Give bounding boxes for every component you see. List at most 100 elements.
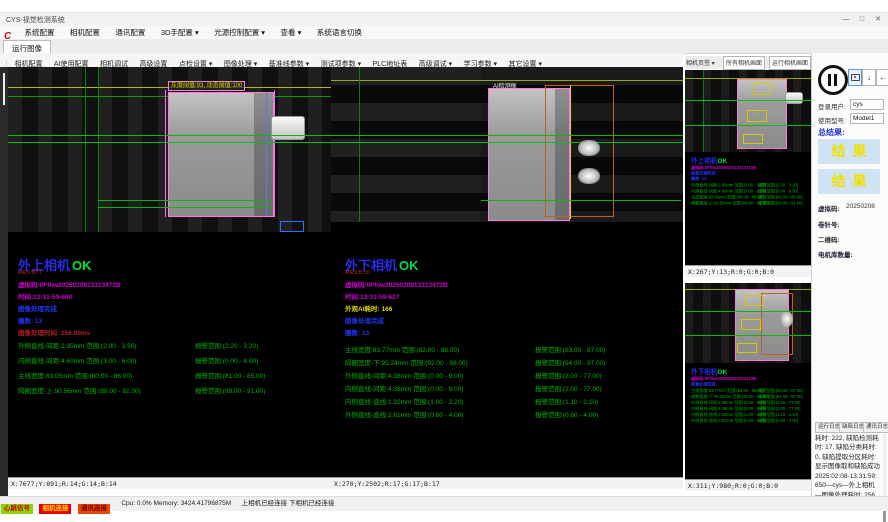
menu-3d-config[interactable]: 3D手配置 ▾ [161,26,199,39]
alarm-range: 报警范围:(83.00 - 87.00) [535,347,605,354]
thumbnail-image[interactable] [685,70,811,152]
ai-box-label: AI检测框 [493,81,517,90]
detect-box-yellow [753,83,771,95]
barcode-label: 虚拟码: [818,203,840,213]
guide-line-green [359,67,360,222]
log-tabs: 运行日志 缺陷日志 通讯日志 [815,422,887,433]
menu-system-config[interactable]: 系统配置 [24,26,54,39]
title-bar: CYS-视觉检测系统 — □ ✕ [0,12,888,27]
arrow-left-icon: ← [879,73,887,82]
total-result-label: 总结果: [818,127,845,138]
detect-box-yellow [737,343,757,353]
result-box-lower: 结果 [818,169,880,194]
alarm-range: 报警范围:(94.00 - 97.00) [535,360,605,367]
measurement-row: 主线宽度:83.05mm 范围:(80.00 - 86.00)报警范围:(81.… [18,370,265,380]
measurement-row: 主线宽度:83.77mm 范围:(82.00 - 88.00)报警范围:(83.… [345,344,605,354]
result-ok: OK [72,258,92,273]
result-box-upper: 结果 [818,139,880,164]
window-title: CYS-视觉检测系统 [6,15,65,25]
tab-comm-log[interactable]: 通讯日志 [863,422,888,433]
measure-line-green [685,311,811,312]
status-bar: 心跳信号 相机连接 通讯连接 Cpu: 0.0% Memory: 3424.41… [0,496,888,511]
edge-line-yellow [570,85,571,219]
coordinate-readout: X:311;Y:980;R:0;G:0;B:0 [685,479,811,491]
workpiece-shade [254,93,273,216]
alarm-range: 报警范围:(89.00 - 91.00) [195,388,265,395]
camera-page-dropdown[interactable]: 相机页签 ▾ [686,58,715,67]
mes-status: MES:BTT [18,270,42,276]
maximize-button[interactable]: □ [854,14,870,25]
roi-line-magenta [274,90,275,217]
camera-name: 外上相机 [691,157,717,165]
coordinate-readout: X:267;Y:13;R:0;G:0;B:0 [685,265,811,277]
bright-spot [578,140,600,156]
model-field[interactable]: Model1 [850,113,884,124]
menu-comm-config[interactable]: 通讯配置 [115,26,145,39]
measure-line-green [98,200,273,201]
toolbar: ⋮ 相机配置 AI使用配置 相机调试 高级设置 点检设置 ▾ 图像处理 ▾ 基准… [0,53,683,68]
menu-view[interactable]: 查看 ▾ [281,26,302,39]
camera-thumbnail-lower[interactable]: 外下相机OK 虚拟码:0Ffiiw2025020813313472B 图像处理完… [685,283,811,491]
ai-time-line: 外观AI耗时: 166 [345,303,392,313]
measure-value: 外侧直线-间距:2.95mm 范围:(2.00 - 3.50) [18,340,195,350]
menu-language-switch[interactable]: 系统语言切换 [317,26,362,39]
barcode-value: 20250208 [846,203,875,210]
measure-value: 主线宽度:83.77mm 范围:(82.00 - 88.00) [345,344,535,354]
comm-connect-badge: 通讯连接 [78,504,110,514]
camera-panel-lower: AI检测框 外下相机OK MES:B:10 虚拟码:0Ffiiw20250208… [331,67,683,489]
measure-line-green [331,142,683,143]
detect-box-blue [280,221,304,232]
measure-value: 内侧直线-间距:4.60mm 范围:(3.00 - 6.00) [18,355,195,365]
pause-icon [834,74,837,86]
detect-box-yellow [745,295,763,306]
measurement-row: 外侧直线-间距:2.95mm 范围:(2.00 - 3.50)报警范围:(2.2… [18,340,258,350]
qr-label: 二维码: [818,234,840,244]
tab-run-cameras[interactable]: 运行相机画面 [769,56,811,70]
bright-spot [578,168,600,184]
measure-value: 内侧直线-间距:4.38mm 范围:(0.00 - 9.00) [345,383,535,393]
loop-count: 圈数: 13 [18,315,42,325]
measure-line-green [685,335,811,336]
pause-button[interactable] [818,65,848,95]
guide-line-green [85,67,86,232]
measurement-row: 内侧直线-间距:4.38mm 范围:(0.00 - 9.00)报警范围:(2.0… [345,383,602,393]
measurement-row: 隔圈宽度-下:95.24mm 范围:(92.00 - 98.00)报警范围:(9… [345,357,605,367]
alarm-range: 报警范围:(81.00 - 85.00) [195,373,265,380]
measure-line-green [685,125,811,126]
measure-value: 隔圈宽度-下:95.24mm 范围:(92.00 - 98.00) [345,357,535,367]
download-button[interactable]: ↓ [862,69,876,86]
connector-part [785,92,803,104]
menu-light-config[interactable]: 光源控制配置 ▾ [214,26,265,39]
close-button[interactable]: ✕ [870,14,886,25]
camera-image-upper[interactable]: 灰度阈值:93, 动态阈值:100 [8,67,331,232]
detect-box-yellow [741,319,761,330]
tab-all-cameras[interactable]: 所有相机画面 [723,56,765,70]
minimize-button[interactable]: — [838,14,854,25]
measurement-row: 外侧直线-直线:2.61mm 范围:(0.60 - 4.00)报警范围:(0.6… [691,418,809,424]
measure-line-green [8,142,331,143]
alarm-range: 报警范围:(0.00 - 8.00) [195,358,258,365]
camera-panel-tabs: 相机页签 ▾ 所有相机画面 运行相机画面 [685,56,811,69]
measurement-row: 外侧直线-直线:2.61mm 范围:(0.60 - 4.00)报警范围:(0.6… [345,409,598,419]
guide-line-green [703,70,704,152]
connector-part [271,116,305,140]
left-edge-strip [0,67,8,496]
pin-label: 卷针号: [818,219,840,229]
camera-icon [851,74,860,81]
camera-view-button[interactable] [848,69,862,86]
heartbeat-badge: 心跳信号 [1,504,33,514]
result-ok: OK [717,368,727,376]
alarm-range: 报警范围:(1.10 - 2.10) [535,399,598,406]
threshold-overlay: 灰度阈值:93, 动态阈值:100 [168,81,245,91]
camera-connection-status: 上相机已经连接 下相机已经连接 [242,497,335,511]
camera-connect-badge: 相机连接 [39,504,71,514]
camera-thumbnail-upper[interactable]: 外上相机OK 虚拟码:0Ffiiw2025020813313472B 图像处理完… [685,70,811,277]
menu-camera-config[interactable]: 相机配置 [70,26,100,39]
back-button[interactable]: ← [876,69,888,86]
thumbnail-image[interactable] [685,283,811,363]
sidebar: ↓ ← 登录用户: cys 使用型号: Model1 总结果: 结果 结果 虚拟… [811,53,888,510]
measurement-row: 外侧直线-间距:4.38mm 范围:(0.00 - 9.00)报警范围:(2.0… [345,370,602,380]
pause-icon [828,74,831,86]
camera-image-lower[interactable]: AI检测框 [331,67,683,222]
login-user-field[interactable]: cys [850,99,884,110]
